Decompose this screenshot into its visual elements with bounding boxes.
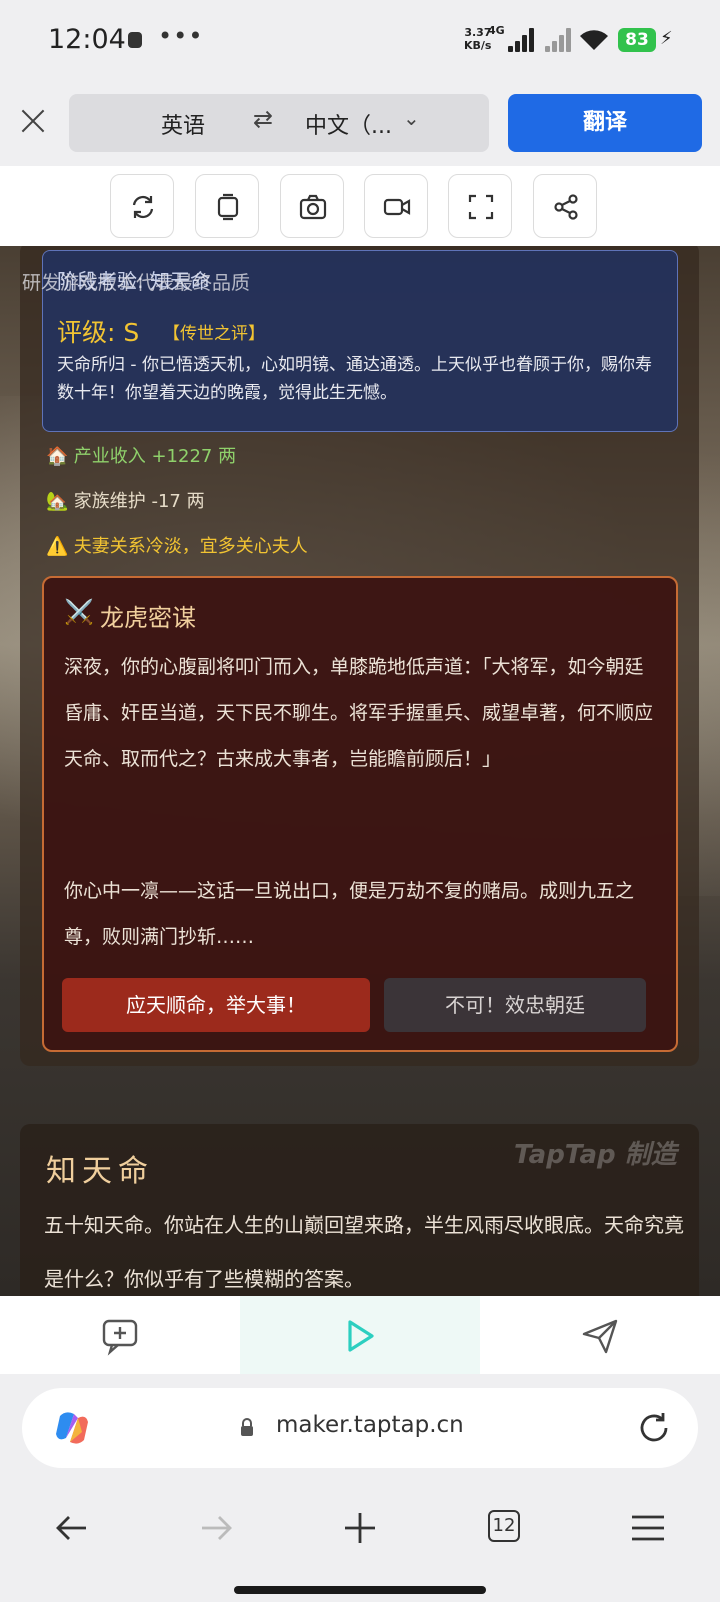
network-type: 4G xyxy=(488,24,505,37)
income-text: 产业收入 +1227 两 xyxy=(73,446,237,467)
home-indicator[interactable] xyxy=(234,1586,486,1594)
status-bar: 12:04 ••• 3.37 KB/s 4G 83 ⚡ xyxy=(0,0,720,82)
signal-secondary-icon xyxy=(545,28,573,52)
taptap-watermark: TapTap 制造 xyxy=(514,1140,677,1170)
clock: 12:04 xyxy=(48,24,126,55)
signal-icon xyxy=(508,28,536,52)
tool-row xyxy=(0,166,720,246)
family-stat: 🏡 家族维护 -17 两 xyxy=(46,487,205,513)
lock-icon xyxy=(241,1418,253,1436)
send-icon[interactable] xyxy=(580,1316,620,1356)
event-paragraph: 深夜，你的心腹副将叩门而入，单膝跪地低声道：「大将军，如今朝廷昏庸、奸臣当道，天… xyxy=(64,656,654,770)
family-text: 家族维护 -17 两 xyxy=(73,491,205,512)
translate-toolbar: 英语 ⇄ 中文（... ⌄ 翻译 xyxy=(0,82,720,166)
new-tab-plus-icon[interactable] xyxy=(340,1508,380,1548)
url-text[interactable]: maker.taptap.cn xyxy=(276,1412,464,1438)
play-icon[interactable] xyxy=(340,1316,380,1356)
comment-add-icon[interactable] xyxy=(100,1316,140,1356)
target-language[interactable]: 中文（... xyxy=(305,108,392,140)
camera-icon xyxy=(299,194,327,220)
address-bar[interactable]: maker.taptap.cn xyxy=(22,1388,698,1468)
layers-icon xyxy=(217,193,239,221)
back-arrow-icon[interactable] xyxy=(52,1508,92,1548)
home-icon: 🏡 xyxy=(46,491,69,512)
charging-icon: ⚡ xyxy=(660,28,673,49)
choice-rebel-button[interactable]: 应天顺命，举大事！ xyxy=(62,978,370,1032)
chevron-down-icon[interactable]: ⌄ xyxy=(403,106,420,130)
fullscreen-button[interactable] xyxy=(448,174,512,238)
app-bottom-bar xyxy=(0,1296,720,1374)
warning-text: 夫妻关系冷淡，宜多关心夫人 xyxy=(73,536,308,557)
version-watermark: 研发游戏版本代表最终品质 xyxy=(22,272,251,294)
event-card: ⚔️ 龙虎密谋 深夜，你的心腹副将叩门而入，单膝跪地低声道：「大将军，如今朝廷昏… xyxy=(42,576,678,1052)
income-stat: 🏠 产业收入 +1227 两 xyxy=(46,442,236,468)
refresh-icon xyxy=(132,195,154,219)
copilot-icon[interactable] xyxy=(52,1408,92,1448)
chapter-text: 五十知天命。你站在人生的山巅回望来路，半生风雨尽收眼底。天命究竟是什么？你似乎有… xyxy=(44,1213,684,1291)
evaluation-grade: 评级: S xyxy=(57,318,140,347)
house-icon: 🏠 xyxy=(46,446,69,467)
layers-button[interactable] xyxy=(195,174,259,238)
more-notifications-icon: ••• xyxy=(158,22,204,50)
fullscreen-icon xyxy=(468,194,494,220)
reload-icon[interactable] xyxy=(636,1410,672,1446)
source-language[interactable]: 英语 xyxy=(161,108,205,140)
evaluation-description: 天命所归 - 你已悟透天机，心如明镜、通达通透。上天似乎也眷顾于你，赐你寿数十年… xyxy=(57,355,652,403)
event-paragraph: 你心中一凛——这话一旦说出口，便是万劫不复的赌局。成则九五之尊，败则满门抄斩…… xyxy=(64,880,635,948)
speed-unit: KB/s xyxy=(464,39,492,52)
share-icon xyxy=(554,194,578,220)
warning-stat: ⚠️ 夫妻关系冷淡，宜多关心夫人 xyxy=(46,532,308,558)
close-icon[interactable] xyxy=(18,106,48,136)
video-button[interactable] xyxy=(364,174,428,238)
refresh-button[interactable] xyxy=(110,174,174,238)
warning-icon: ⚠️ xyxy=(46,536,69,557)
event-title: 龙虎密谋 xyxy=(100,604,196,632)
browser-nav-bar: 12 xyxy=(0,1470,720,1602)
wifi-icon xyxy=(580,30,608,50)
choice-loyal-button[interactable]: 不可！效忠朝廷 xyxy=(384,978,646,1032)
notification-icon xyxy=(128,32,142,48)
language-selector[interactable]: 英语 ⇄ 中文（... ⌄ xyxy=(69,94,489,152)
menu-icon[interactable] xyxy=(628,1508,668,1548)
battery-icon: 83 xyxy=(618,28,656,52)
share-button[interactable] xyxy=(533,174,597,238)
video-icon xyxy=(383,198,411,216)
translate-button[interactable]: 翻译 xyxy=(508,94,702,152)
camera-button[interactable] xyxy=(280,174,344,238)
forward-arrow-icon[interactable] xyxy=(196,1508,236,1548)
swap-languages-icon[interactable]: ⇄ xyxy=(253,105,273,133)
chapter-title: 知天命 xyxy=(46,1154,154,1189)
browser-url-area: maker.taptap.cn xyxy=(0,1374,720,1470)
tabs-count-button[interactable]: 12 xyxy=(488,1510,520,1542)
crossed-swords-icon: ⚔️ xyxy=(64,598,94,626)
game-viewport: 研发游戏版本代表最终品质 阶段考验: 知天命 评级: S 【传世之评】 天命所归… xyxy=(0,246,720,1296)
evaluation-grade-tag: 【传世之评】 xyxy=(163,324,265,344)
